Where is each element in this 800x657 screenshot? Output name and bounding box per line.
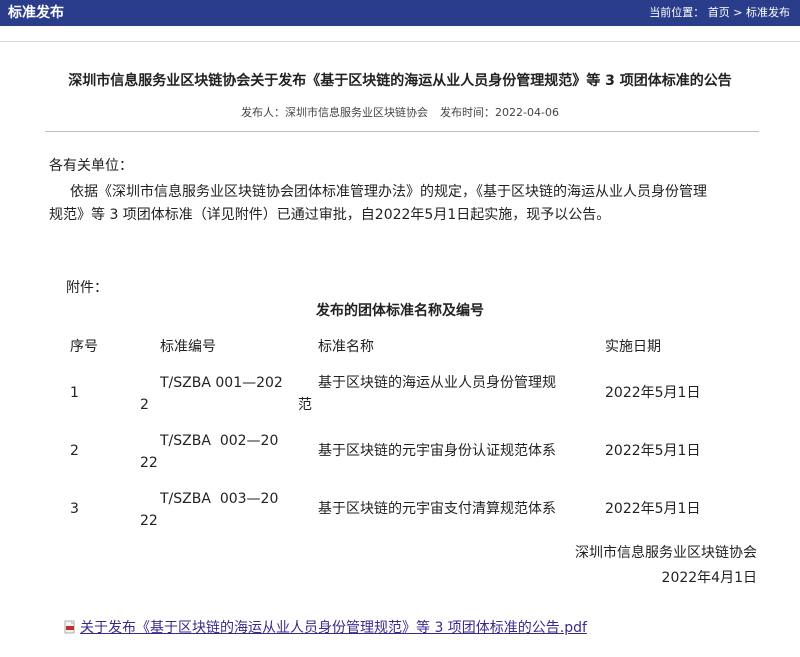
row1-code-line1: T/SZBA 001—202 [160,375,283,391]
row2-code-line1: T/SZBA 002—20 [160,433,279,449]
attachment-label: 附件： [66,280,108,296]
row2-no: 2 [70,443,79,459]
header-date: 实施日期 [605,339,661,355]
row1-date: 2022年5月1日 [605,385,701,401]
signature-org: 深圳市信息服务业区块链协会 [575,545,757,561]
body-text-line2: 规范》等 3 项团体标准（详见附件）已通过审批，自2022年5月1日起实施，现予… [49,207,611,223]
header-name: 标准名称 [318,339,374,355]
row2-date: 2022年5月1日 [605,443,701,459]
row3-name: 基于区块链的元宇宙支付清算规范体系 [318,501,556,517]
row3-date: 2022年5月1日 [605,501,701,517]
signature-date: 2022年4月1日 [661,570,757,586]
header-no: 序号 [70,339,98,355]
publisher-label: 发布人： [241,106,286,119]
table-title: 发布的团体标准名称及编号 [316,303,484,319]
breadcrumb-current-link[interactable]: 标准发布 [746,6,790,19]
body-text-line1: 依据《深圳市信息服务业区块链协会团体标准管理办法》的规定，《基于区块链的海运从业… [70,184,707,200]
title-divider [45,131,759,132]
row2-name: 基于区块链的元宇宙身份认证规范体系 [318,443,556,459]
publisher-value: 深圳市信息服务业区块链协会 [285,106,429,119]
pdf-attachment-link[interactable]: 关于发布《基于区块链的海运从业人员身份管理规范》等 3 项团体标准的公告.pdf [63,618,587,638]
row1-code-line2: 2 [140,397,149,413]
section-title: 标准发布 [8,5,64,21]
pdf-file-icon [63,620,77,634]
row2-code-line2: 22 [140,455,158,471]
breadcrumb-prefix: 当前位置： [649,6,705,19]
breadcrumb-home-link[interactable]: 首页 [708,6,730,19]
row3-no: 3 [70,501,79,517]
row1-no: 1 [70,385,79,401]
greeting: 各有关单位： [49,158,133,174]
publish-time-label: 发布时间： [440,106,496,119]
row3-code-line1: T/SZBA 003—20 [160,491,279,507]
row1-name-line2: 范 [298,397,312,413]
breadcrumb: 当前位置： 首页 > 标准发布 [649,0,790,26]
header-code: 标准编号 [160,339,216,355]
row3-code-line2: 22 [140,513,158,529]
pdf-link-text: 关于发布《基于区块链的海运从业人员身份管理规范》等 3 项团体标准的公告.pdf [80,620,587,636]
breadcrumb-separator: > [733,6,743,19]
publish-time-value: 2022-04-06 [495,106,559,119]
row1-name-line1: 基于区块链的海运从业人员身份管理规 [318,375,556,391]
article-title: 深圳市信息服务业区块链协会关于发布《基于区块链的海运从业人员身份管理规范》等 3… [68,73,732,89]
content-panel [0,41,800,657]
article-meta: 发布人：深圳市信息服务业区块链协会 发布时间：2022-04-06 [0,104,800,120]
top-banner: 标准发布 当前位置： 首页 > 标准发布 [0,0,800,26]
